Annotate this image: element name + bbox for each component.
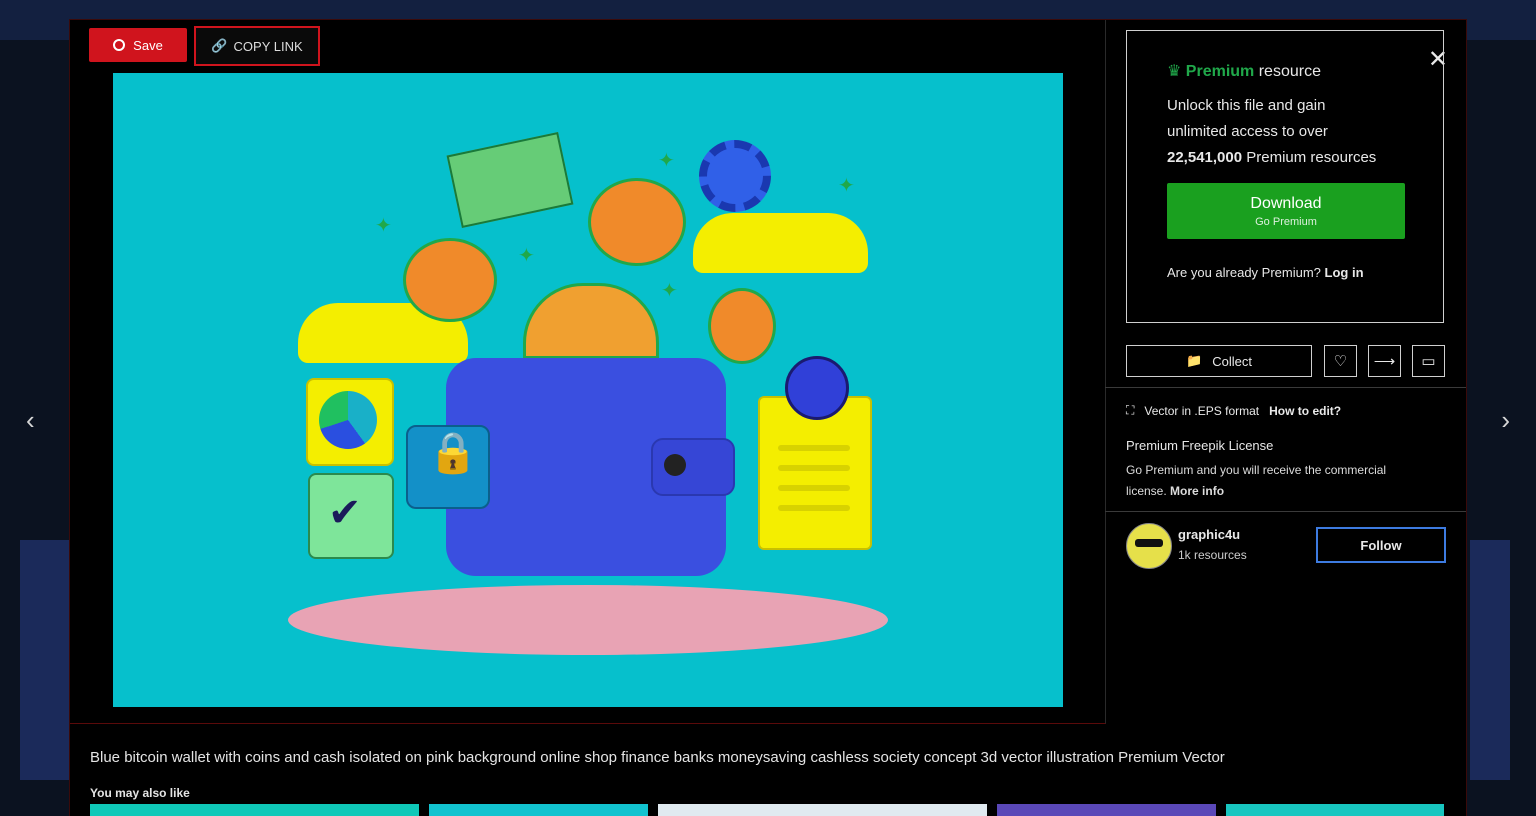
copy-link-label: COPY LINK bbox=[233, 38, 303, 54]
premium-text-line: Unlock this file and gain bbox=[1167, 97, 1326, 114]
crown-icon: ♛ bbox=[1167, 63, 1182, 80]
bitcoin-coin-in-wallet-illustration bbox=[523, 283, 659, 359]
download-button[interactable]: Download Go Premium bbox=[1167, 183, 1405, 239]
how-to-edit-link[interactable]: How to edit? bbox=[1269, 404, 1341, 418]
cloud-illustration-right bbox=[693, 213, 868, 273]
login-prompt: Are you already Premium? Log in bbox=[1167, 265, 1403, 280]
related-thumbnail[interactable] bbox=[90, 804, 419, 816]
premium-title: ♛ Premium resource bbox=[1167, 61, 1403, 81]
format-info: ⛶ Vector in .EPS format How to edit? bbox=[1126, 403, 1341, 418]
wallet-shadow bbox=[288, 585, 888, 655]
folder-plus-icon: 📁 bbox=[1186, 353, 1203, 368]
premium-brand: Premium bbox=[1185, 63, 1255, 80]
comment-button[interactable]: ▭ bbox=[1412, 345, 1445, 377]
related-thumbnail[interactable] bbox=[1226, 804, 1444, 816]
document-line-illustration bbox=[778, 485, 850, 491]
link-icon: 🔗 bbox=[211, 38, 228, 53]
bitcoin-coin-illustration bbox=[708, 288, 776, 364]
premium-count: 22,541,000 bbox=[1167, 149, 1243, 166]
star-illustration: ✦ bbox=[661, 280, 678, 302]
login-link[interactable]: Log in bbox=[1325, 265, 1364, 280]
star-illustration: ✦ bbox=[518, 245, 535, 267]
download-label: Download bbox=[1250, 194, 1322, 212]
follow-button[interactable]: Follow bbox=[1316, 527, 1446, 563]
previous-arrow-icon[interactable]: ‹ bbox=[26, 405, 35, 436]
premium-description: Unlock this file and gain unlimited acce… bbox=[1167, 93, 1403, 171]
premium-text-line: unlimited access to over bbox=[1167, 123, 1328, 140]
preview-image: ✔ 🔒 ✦ ✦ ✦ ✦ ✦ bbox=[113, 73, 1063, 707]
copy-link-button[interactable]: 🔗 COPY LINK bbox=[194, 26, 320, 66]
related-thumbnail[interactable] bbox=[997, 804, 1216, 816]
license-text: Go Premium and you will receive the comm… bbox=[1126, 463, 1387, 498]
comment-icon: ▭ bbox=[1421, 353, 1436, 370]
divider bbox=[1105, 511, 1466, 512]
details-pane: ♛ Premium resource Unlock this file and … bbox=[1105, 20, 1466, 723]
resource-title: Blue bitcoin wallet with coins and cash … bbox=[90, 749, 1225, 766]
save-button[interactable]: Save bbox=[89, 28, 187, 62]
vector-icon: ⛶ bbox=[1126, 403, 1135, 417]
cash-illustration bbox=[446, 131, 574, 229]
wallet-button-illustration bbox=[664, 454, 686, 476]
related-thumbnail[interactable] bbox=[658, 804, 987, 816]
author-block: graphic4u 1k resources Follow bbox=[1126, 523, 1446, 569]
license-title: Premium Freepik License bbox=[1126, 438, 1274, 453]
author-resource-count: 1k resources bbox=[1178, 548, 1247, 562]
background-card-right bbox=[1470, 540, 1510, 780]
share-button[interactable]: ⟶ bbox=[1368, 345, 1401, 377]
resource-modal: ✕ Save 🔗 COPY LINK ✔ 🔒 ✦ ✦ ✦ ✦ ✦ ♛ Premi… bbox=[69, 19, 1467, 816]
action-bar: 📁 Collect ♡ ⟶ ▭ bbox=[1126, 345, 1445, 379]
collect-button[interactable]: 📁 Collect bbox=[1126, 345, 1312, 377]
divider bbox=[1105, 387, 1466, 388]
more-info-link[interactable]: More info bbox=[1170, 484, 1224, 498]
avatar[interactable] bbox=[1126, 523, 1172, 569]
share-icon: ⟶ bbox=[1373, 353, 1396, 370]
document-line-illustration bbox=[778, 505, 850, 511]
premium-text-rest: Premium resources bbox=[1246, 149, 1377, 166]
premium-text-line: 22,541,000 Premium resources bbox=[1167, 145, 1403, 171]
save-label: Save bbox=[133, 37, 163, 53]
like-button[interactable]: ♡ bbox=[1324, 345, 1357, 377]
license-description: Go Premium and you will receive the comm… bbox=[1126, 460, 1426, 502]
author-name[interactable]: graphic4u bbox=[1178, 527, 1240, 542]
next-arrow-icon[interactable]: › bbox=[1501, 405, 1510, 436]
checkmark-icon: ✔ bbox=[328, 491, 362, 535]
star-illustration: ✦ bbox=[658, 150, 675, 172]
gear-illustration bbox=[699, 140, 771, 212]
star-illustration: ✦ bbox=[838, 175, 855, 197]
document-line-illustration bbox=[778, 445, 850, 451]
heart-icon: ♡ bbox=[1333, 353, 1348, 370]
user-badge-illustration bbox=[785, 356, 849, 420]
related-title: You may also like bbox=[90, 786, 190, 800]
format-text: Vector in .EPS format bbox=[1144, 403, 1260, 418]
premium-title-rest: resource bbox=[1258, 63, 1321, 80]
related-thumbnail[interactable] bbox=[429, 804, 648, 816]
bitcoin-coin-illustration bbox=[588, 178, 686, 266]
download-sublabel: Go Premium bbox=[1255, 215, 1317, 228]
login-prompt-text: Are you already Premium? bbox=[1167, 265, 1321, 280]
bitcoin-coin-illustration bbox=[403, 238, 497, 322]
save-icon bbox=[113, 39, 126, 51]
pie-chart-illustration bbox=[319, 391, 377, 449]
lock-icon: 🔒 bbox=[428, 431, 478, 475]
preview-pane: Save 🔗 COPY LINK ✔ 🔒 ✦ ✦ ✦ ✦ ✦ bbox=[70, 20, 1106, 724]
document-line-illustration bbox=[778, 465, 850, 471]
avatar-glasses bbox=[1135, 539, 1163, 547]
premium-panel: ♛ Premium resource Unlock this file and … bbox=[1126, 30, 1444, 323]
star-illustration: ✦ bbox=[375, 215, 392, 237]
collect-label: Collect bbox=[1212, 353, 1252, 369]
